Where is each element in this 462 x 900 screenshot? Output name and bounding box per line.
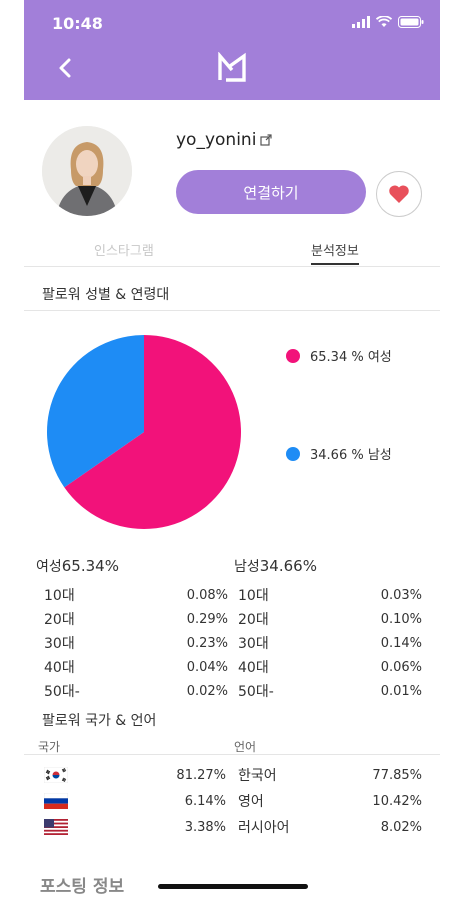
logo-icon [218,51,246,82]
male-label: 남성 [234,559,260,575]
country-value: 3.38% [184,819,226,835]
gender-pie-chart [46,334,242,530]
female-label: 여성 [36,559,62,575]
heart-icon [389,185,409,203]
pie-svg [47,335,242,529]
language-column-label: 언어 [234,740,257,754]
language-table: 한국어 77.85% 영어 10.42% 러시아어 8.02% [238,762,422,840]
battery-icon [398,16,424,28]
table-row: 10대 0.03% [238,584,422,608]
female-age-table: 10대 0.08% 20대 0.29% 30대 0.23% 40대 0.04% 50대-… [44,584,228,704]
male-percent: 34.66% [259,557,317,575]
age-value: 0.04% [186,660,228,675]
status-time: 10:48 [52,14,103,33]
legend-item-female: 65.34 % 여성 [286,346,392,365]
status-icons [352,16,424,28]
legend-dot-female [286,348,300,363]
age-value: 0.06% [380,660,422,675]
chevron-left-icon [59,58,71,78]
female-percent: 65.34% [61,557,119,575]
country-table: 81.27% 6.14% 3.38% [44,762,226,840]
age-label: 40대 [44,660,75,676]
age-label: 30대 [238,636,269,652]
tab-instagram[interactable]: 인스타그램 [94,240,154,259]
avatar [42,126,132,216]
age-value: 0.23% [186,636,228,651]
age-label: 20대 [238,612,269,628]
app-screen: 10:48 yo_yonini 연결하기 인스타그램 분석정보 팔로워 성별 &… [24,0,440,900]
language-value: 77.85% [372,767,422,783]
usa-flag-icon [44,819,68,835]
age-label: 30대 [44,636,75,652]
country-column-label: 국가 [38,740,61,754]
age-value: 0.03% [380,588,422,603]
male-age-table: 10대 0.03% 20대 0.10% 30대 0.14% 40대 0.06% 50대-… [238,584,422,704]
age-label: 10대 [238,588,269,604]
legend-label-female: 65.34 % 여성 [310,350,392,365]
table-row: 6.14% [44,788,226,814]
section-divider [24,754,440,755]
table-row: 30대 0.23% [44,632,228,656]
age-value: 0.10% [380,612,422,627]
table-row: 3.38% [44,814,226,840]
table-row: 영어 10.42% [238,788,422,814]
table-row: 한국어 77.85% [238,762,422,788]
language-name: 한국어 [238,768,277,784]
age-value: 0.29% [186,612,228,627]
signal-icon [352,16,370,28]
country-value: 81.27% [176,767,226,783]
username-row[interactable]: yo_yonini [176,130,273,150]
language-name: 영어 [238,794,264,810]
age-value: 0.08% [186,588,228,603]
age-label: 40대 [238,660,269,676]
legend-item-male: 34.66 % 남성 [286,444,392,463]
table-row: 50대- 0.01% [238,680,422,704]
external-link-icon[interactable] [260,134,273,146]
section-title-country-language: 팔로워 국가 & 언어 [42,713,157,729]
age-label: 20대 [44,612,75,628]
legend-dot-male [286,446,300,461]
table-row: 50대- 0.02% [44,680,228,704]
age-label: 50대- [238,684,274,700]
country-value: 6.14% [184,793,226,809]
korea-flag-icon [44,767,68,783]
male-header: 남성34.66% [234,556,317,576]
table-row: 20대 0.29% [44,608,228,632]
table-row: 러시아어 8.02% [238,814,422,840]
wifi-icon [376,16,392,27]
language-name: 러시아어 [238,820,290,836]
section-divider [24,310,440,311]
tab-analysis[interactable]: 분석정보 [311,240,359,265]
table-row: 20대 0.10% [238,608,422,632]
age-value: 0.01% [380,684,422,699]
username[interactable]: yo_yonini [176,130,256,150]
table-row: 30대 0.14% [238,632,422,656]
russia-flag-icon [44,793,68,809]
favorite-button[interactable] [376,171,422,217]
table-row: 40대 0.06% [238,656,422,680]
age-value: 0.14% [380,636,422,651]
age-value: 0.02% [186,684,228,699]
header-bar: 10:48 [24,0,440,100]
age-label: 10대 [44,588,75,604]
table-row: 10대 0.08% [44,584,228,608]
tabs-divider [24,266,440,267]
home-indicator[interactable] [158,884,308,889]
section-title-gender-age: 팔로워 성별 & 연령대 [42,287,170,303]
legend-label-male: 34.66 % 남성 [310,448,392,463]
language-value: 10.42% [372,793,422,809]
table-row: 81.27% [44,762,226,788]
back-button[interactable] [54,54,78,82]
app-logo [216,51,248,84]
section-title-posting: 포스팅 정보 [40,877,125,897]
table-row: 40대 0.04% [44,656,228,680]
age-label: 50대- [44,684,80,700]
connect-button[interactable]: 연결하기 [176,170,366,214]
profile-photo [42,126,132,216]
female-header: 여성65.34% [36,556,119,576]
language-value: 8.02% [380,819,422,835]
